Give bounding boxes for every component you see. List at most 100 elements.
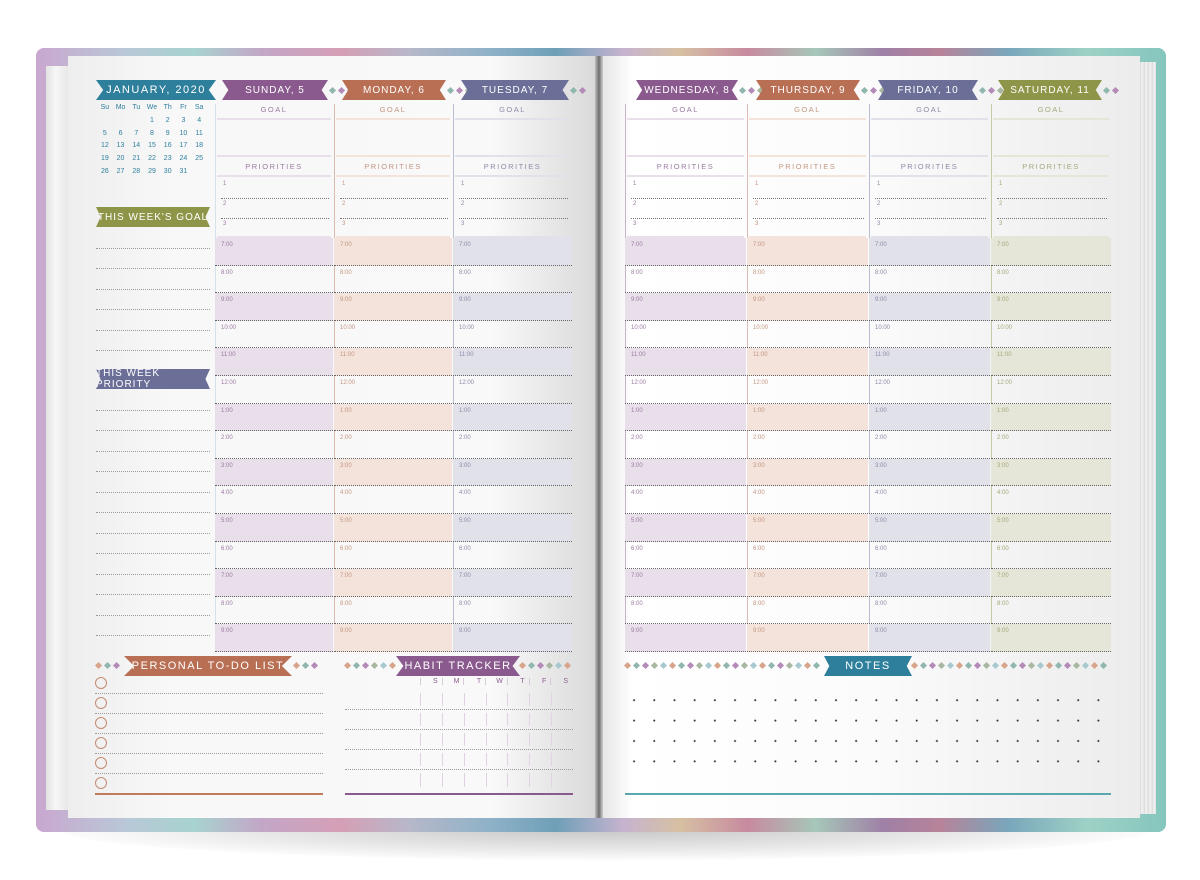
checkbox-circle-icon[interactable] (95, 777, 107, 789)
calendar-day[interactable]: 21 (128, 153, 144, 166)
day-column[interactable]: GOAL PRIORITIES 1 2 3 7:00 8:00 9:00 10:00 11:00 1… (453, 100, 572, 652)
calendar-day[interactable]: 28 (128, 166, 144, 179)
habit-check-cell[interactable] (551, 753, 573, 766)
priority-item[interactable]: 2 (221, 199, 329, 219)
hour-slot[interactable]: 2:00 (747, 431, 868, 459)
hour-slot[interactable]: 7:00 (215, 238, 333, 266)
hour-slot[interactable]: 7:00 (453, 238, 572, 266)
habit-check-cell[interactable] (529, 713, 551, 726)
hour-slot[interactable]: 5:00 (453, 514, 572, 542)
calendar-day[interactable]: 13 (113, 140, 129, 153)
habit-row[interactable] (345, 770, 573, 790)
hour-slot[interactable]: 8:00 (625, 266, 746, 294)
habit-check-cell[interactable] (441, 753, 464, 766)
hour-slot[interactable]: 9:00 (747, 293, 868, 321)
todo-item[interactable] (95, 754, 323, 774)
hour-slot[interactable]: 12:00 (869, 376, 990, 404)
day-column[interactable]: GOAL PRIORITIES 1 2 3 7:00 8:00 9:00 10:00 11:00 1… (869, 100, 990, 652)
hour-slot[interactable]: 11:00 (334, 348, 452, 376)
hour-slot[interactable]: 7:00 (747, 238, 868, 266)
priority-item[interactable]: 1 (753, 179, 864, 199)
hour-slot[interactable]: 12:00 (625, 376, 746, 404)
hour-slot[interactable]: 9:00 (747, 624, 868, 652)
goal-input[interactable] (995, 122, 1107, 154)
day-column[interactable]: GOAL PRIORITIES 1 2 3 7:00 8:00 9:00 10:00 11:00 1… (991, 100, 1111, 652)
hour-slot[interactable]: 11:00 (869, 348, 990, 376)
calendar-day[interactable] (113, 115, 129, 128)
habit-check-cell[interactable] (551, 713, 573, 726)
hour-slot[interactable]: 8:00 (334, 266, 452, 294)
priority-item[interactable]: 1 (459, 179, 568, 199)
habit-check-cell[interactable] (507, 713, 529, 726)
hour-slot[interactable]: 10:00 (991, 321, 1111, 349)
hour-slot[interactable]: 10:00 (453, 321, 572, 349)
todo-item[interactable] (95, 714, 323, 734)
day-column[interactable]: GOAL PRIORITIES 1 2 3 7:00 8:00 9:00 10:00 11:00 1… (334, 100, 452, 652)
hour-slot[interactable]: 9:00 (625, 293, 746, 321)
calendar-day[interactable]: 29 (144, 166, 160, 179)
hour-slot[interactable]: 3:00 (453, 458, 572, 487)
calendar-day[interactable] (97, 115, 113, 128)
hour-slot[interactable]: 4:00 (453, 486, 572, 514)
calendar-day[interactable]: 25 (191, 153, 207, 166)
hour-slot[interactable]: 3:00 (747, 458, 868, 487)
hour-slot[interactable]: 12:00 (747, 376, 868, 404)
hour-slot[interactable]: 7:00 (453, 569, 572, 597)
priority-item[interactable]: 1 (340, 179, 448, 199)
checkbox-circle-icon[interactable] (95, 737, 107, 749)
habit-check-cell[interactable] (529, 753, 551, 766)
hour-slot[interactable]: 8:00 (453, 597, 572, 625)
hour-slot[interactable]: 2:00 (453, 431, 572, 459)
hour-slot[interactable]: 9:00 (453, 293, 572, 321)
habit-check-cell[interactable] (507, 733, 529, 746)
habit-check-cell[interactable] (529, 773, 551, 787)
hour-slot[interactable]: 10:00 (215, 321, 333, 349)
hour-slot[interactable]: 9:00 (334, 293, 452, 321)
priority-item[interactable]: 2 (753, 199, 864, 219)
habit-check-cell[interactable] (420, 693, 442, 706)
hour-slot[interactable]: 7:00 (625, 569, 746, 597)
this-weeks-goal-lines[interactable] (96, 228, 210, 351)
hour-slot[interactable]: 7:00 (334, 238, 452, 266)
hour-slot[interactable]: 5:00 (334, 514, 452, 542)
hour-slot[interactable]: 11:00 (747, 348, 868, 376)
hour-slot[interactable]: 3:00 (869, 458, 990, 487)
goal-input[interactable] (219, 122, 329, 154)
hour-slot[interactable]: 4:00 (215, 486, 333, 514)
hour-slot[interactable]: 1:00 (747, 403, 868, 432)
this-week-priority-lines[interactable] (96, 390, 210, 636)
habit-check-cell[interactable] (551, 693, 573, 706)
habit-check-cell[interactable] (420, 713, 442, 726)
hour-slot[interactable]: 12:00 (334, 376, 452, 404)
hour-slot[interactable]: 7:00 (625, 238, 746, 266)
day-column[interactable]: GOAL PRIORITIES 1 2 3 7:00 8:00 9:00 10:00 11:00 1… (215, 100, 333, 652)
calendar-day[interactable]: 10 (176, 128, 192, 141)
habit-check-cell[interactable] (485, 773, 508, 787)
calendar-day[interactable]: 26 (97, 166, 113, 179)
calendar-day[interactable] (191, 166, 207, 179)
habit-check-cell[interactable] (463, 753, 486, 766)
hour-slot[interactable]: 12:00 (991, 376, 1111, 404)
hour-slot[interactable]: 1:00 (991, 403, 1111, 432)
habit-check-cell[interactable] (529, 733, 551, 746)
hour-slot[interactable]: 9:00 (991, 624, 1111, 652)
calendar-day[interactable] (128, 115, 144, 128)
calendar-day[interactable]: 11 (191, 128, 207, 141)
hour-slot[interactable]: 6:00 (334, 542, 452, 570)
hour-slot[interactable]: 9:00 (991, 293, 1111, 321)
calendar-day[interactable]: 14 (128, 140, 144, 153)
priority-item[interactable]: 1 (631, 179, 742, 199)
calendar-day[interactable]: 22 (144, 153, 160, 166)
hour-slot[interactable]: 1:00 (625, 403, 746, 432)
hour-slot[interactable]: 6:00 (869, 542, 990, 570)
habit-check-cell[interactable] (507, 693, 529, 706)
hour-slot[interactable]: 5:00 (747, 514, 868, 542)
hour-slot[interactable]: 8:00 (869, 266, 990, 294)
hour-slot[interactable]: 1:00 (869, 403, 990, 432)
notes-dot-grid[interactable] (624, 690, 1114, 780)
calendar-day[interactable]: 16 (160, 140, 176, 153)
checkbox-circle-icon[interactable] (95, 697, 107, 709)
priority-item[interactable]: 1 (997, 179, 1107, 199)
priority-item[interactable]: 2 (459, 199, 568, 219)
habit-check-cell[interactable] (441, 713, 464, 726)
